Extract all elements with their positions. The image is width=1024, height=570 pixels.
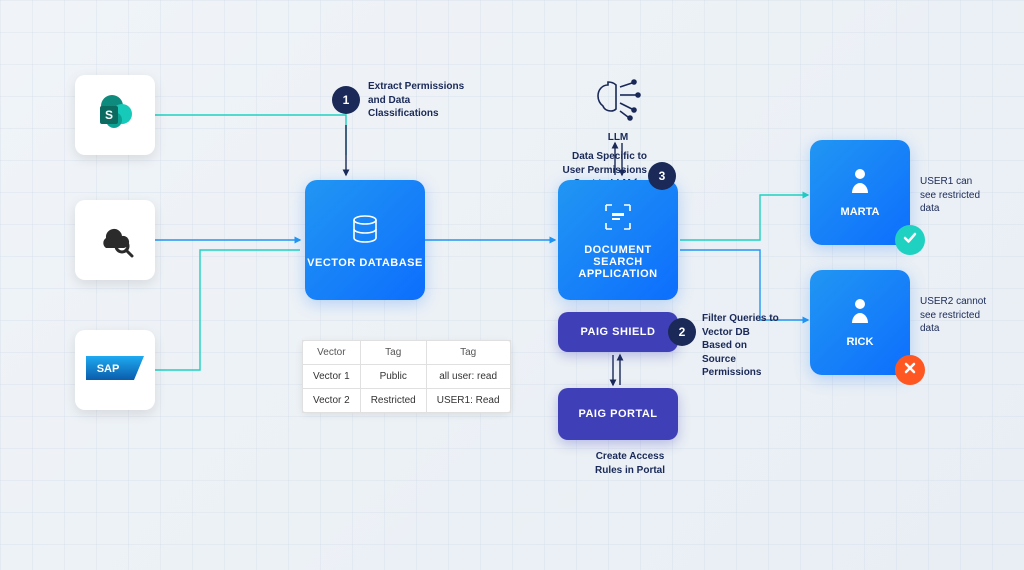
doc-search-label: DOCUMENT SEARCH APPLICATION	[558, 244, 678, 280]
svg-text:S: S	[105, 108, 113, 122]
vector-database-node: VECTOR DATABASE	[305, 180, 425, 300]
brain-circuit-icon	[588, 112, 648, 129]
status-allowed	[895, 225, 925, 255]
source-sharepoint: S	[75, 75, 155, 155]
user1-note: USER1 can see restricted data	[920, 175, 990, 216]
doc-search-node: DOCUMENT SEARCH APPLICATION	[558, 180, 678, 300]
llm-label: LLM	[588, 132, 648, 143]
th-tag2: Tag	[426, 341, 510, 365]
step-badge-1: 1	[332, 86, 360, 114]
th-vector: Vector	[303, 341, 361, 365]
user-icon	[849, 167, 871, 196]
step-badge-2: 2	[668, 318, 696, 346]
user2-note: USER2 cannot see restricted data	[920, 295, 990, 336]
cloud-search-icon	[92, 218, 138, 263]
paig-shield-node: PAIG SHIELD	[558, 312, 678, 352]
table-row: Vector 1 Public all user: read	[303, 365, 511, 389]
table-header-row: Vector Tag Tag	[303, 341, 511, 365]
step-text-2: Filter Queries to Vector DB Based on Sou…	[702, 312, 782, 380]
step-badge-3: 3	[648, 162, 676, 190]
llm-node: LLM	[588, 75, 648, 143]
portal-note: Create Access Rules in Portal	[585, 450, 675, 477]
vector-db-label: VECTOR DATABASE	[307, 257, 423, 269]
step-num-3: 3	[659, 169, 666, 183]
sharepoint-icon: S	[94, 92, 136, 139]
user-marta: MARTA	[810, 140, 910, 245]
source-cloud-search	[75, 200, 155, 280]
status-denied	[895, 355, 925, 385]
cross-icon	[903, 361, 917, 380]
table-row: Vector 2 Restricted USER1: Read	[303, 389, 511, 413]
user-rick: RICK	[810, 270, 910, 375]
user-icon	[849, 297, 871, 326]
th-tag1: Tag	[360, 341, 426, 365]
svg-text:SAP: SAP	[97, 363, 120, 375]
source-sap: SAP	[75, 330, 155, 410]
vector-table: Vector Tag Tag Vector 1 Public all user:…	[302, 340, 511, 413]
step-text-1: Extract Permissions and Data Classificat…	[368, 80, 468, 121]
step-num-1: 1	[343, 93, 350, 107]
user-name-marta: MARTA	[841, 206, 880, 218]
paig-portal-label: PAIG PORTAL	[578, 408, 657, 420]
user-name-rick: RICK	[847, 336, 874, 348]
database-icon	[348, 212, 382, 249]
check-icon	[902, 230, 918, 251]
doc-search-icon	[602, 201, 634, 236]
paig-portal-node: PAIG PORTAL	[558, 388, 678, 440]
step-num-2: 2	[679, 325, 686, 339]
sap-logo: SAP	[86, 353, 144, 388]
paig-shield-label: PAIG SHIELD	[581, 326, 656, 338]
